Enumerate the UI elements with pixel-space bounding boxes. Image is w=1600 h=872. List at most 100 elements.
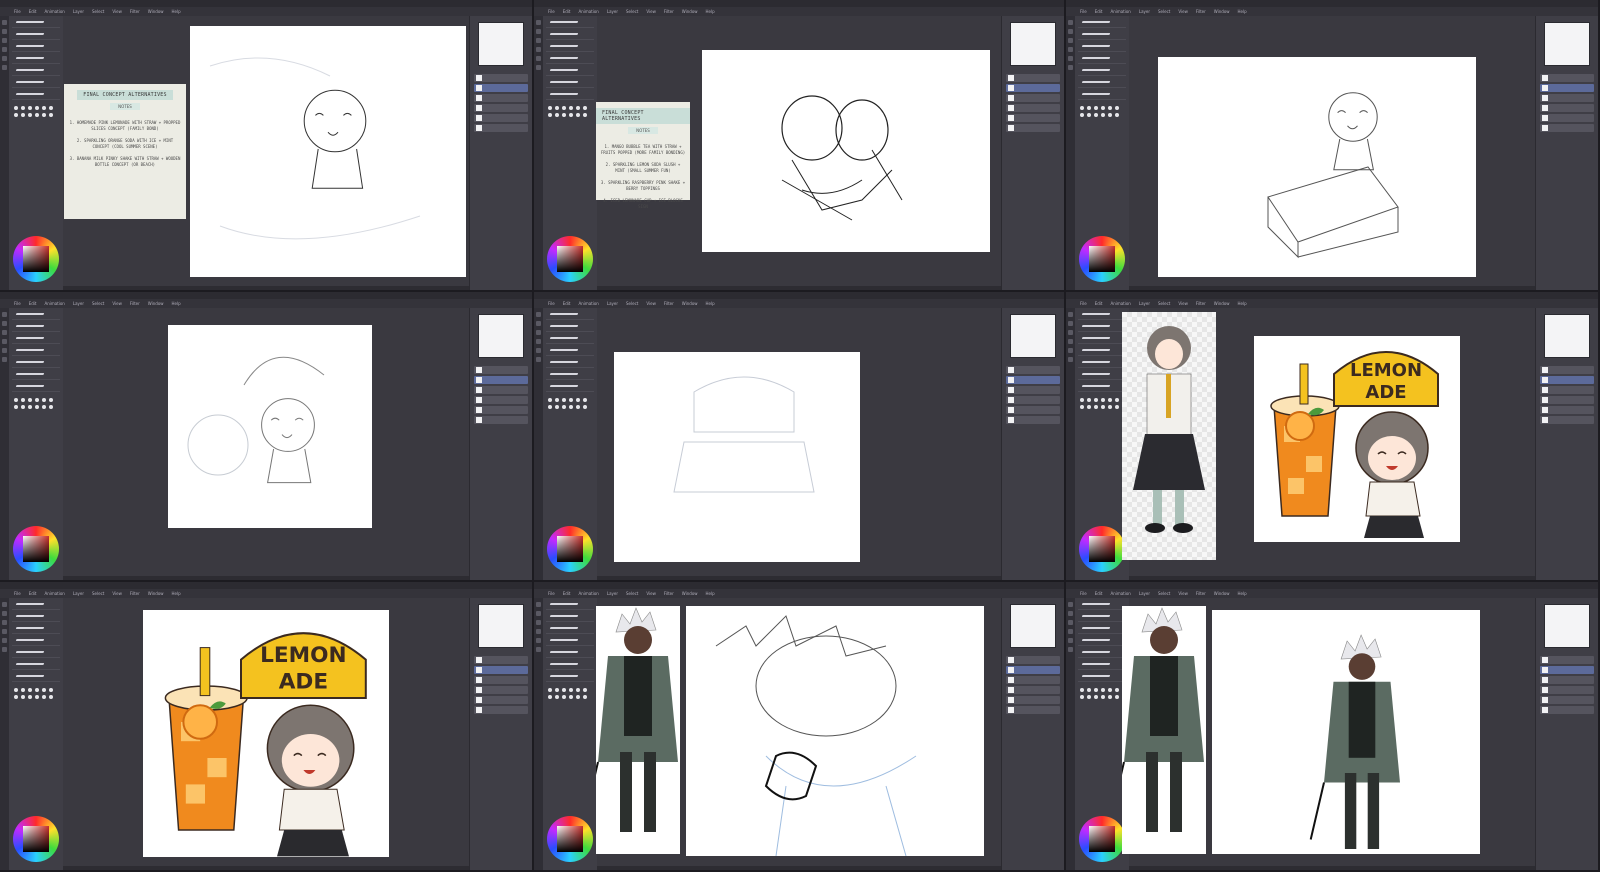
- brush-preset[interactable]: [1078, 30, 1126, 40]
- brush-size-dots[interactable]: [1075, 102, 1129, 121]
- text-tool-icon[interactable]: [536, 357, 541, 362]
- color-wheel[interactable]: [547, 236, 593, 282]
- reference-image[interactable]: [1122, 312, 1216, 560]
- tool-strip[interactable]: [0, 16, 9, 290]
- move-tool-icon[interactable]: [536, 620, 541, 625]
- brush-preset[interactable]: [546, 672, 594, 682]
- menu-item[interactable]: Animation: [578, 7, 598, 16]
- color-wheel[interactable]: [547, 816, 593, 862]
- layer-item[interactable]: [474, 686, 528, 694]
- brush-tool-icon[interactable]: [1068, 312, 1073, 317]
- brush-preset[interactable]: [546, 18, 594, 28]
- menu-item[interactable]: File: [14, 7, 21, 16]
- navigator-preview[interactable]: [1544, 604, 1590, 648]
- menu-item[interactable]: Edit: [1095, 299, 1103, 308]
- brush-preset[interactable]: [12, 54, 60, 64]
- menu-item[interactable]: Filter: [1196, 7, 1206, 16]
- menu-item[interactable]: File: [548, 7, 555, 16]
- menu-item[interactable]: Window: [1214, 299, 1230, 308]
- brush-preset[interactable]: [546, 636, 594, 646]
- brush-preset[interactable]: [12, 672, 60, 682]
- layer-item[interactable]: [474, 696, 528, 704]
- brush-preset[interactable]: [546, 370, 594, 380]
- layer-item[interactable]: [1006, 696, 1060, 704]
- fill-tool-icon[interactable]: [2, 47, 7, 52]
- layer-item[interactable]: [1006, 104, 1060, 112]
- brush-preset[interactable]: [12, 346, 60, 356]
- menu-item[interactable]: Help: [706, 7, 715, 16]
- tool-strip[interactable]: [0, 308, 9, 580]
- brush-tool-icon[interactable]: [1068, 20, 1073, 25]
- text-tool-icon[interactable]: [1068, 357, 1073, 362]
- menu-item[interactable]: Select: [92, 299, 104, 308]
- brush-preset[interactable]: [12, 382, 60, 392]
- brush-size-dots[interactable]: [9, 684, 63, 703]
- brush-preset[interactable]: [12, 42, 60, 52]
- color-wheel[interactable]: [13, 816, 59, 862]
- brush-preset[interactable]: [1078, 648, 1126, 658]
- brush-tool-icon[interactable]: [536, 20, 541, 25]
- brush-preset[interactable]: [12, 648, 60, 658]
- selection-tool-icon[interactable]: [536, 56, 541, 61]
- drawing-canvas[interactable]: [614, 352, 860, 562]
- selection-tool-icon[interactable]: [1068, 348, 1073, 353]
- move-tool-icon[interactable]: [1068, 330, 1073, 335]
- tool-strip[interactable]: [1066, 598, 1075, 870]
- brush-preset[interactable]: [1078, 54, 1126, 64]
- layer-item[interactable]: [474, 656, 528, 664]
- move-tool-icon[interactable]: [536, 38, 541, 43]
- menu-item[interactable]: Layer: [1139, 299, 1150, 308]
- layer-item[interactable]: [1540, 396, 1594, 404]
- layer-item[interactable]: [1006, 686, 1060, 694]
- menu-item[interactable]: Help: [1238, 299, 1247, 308]
- menu-item[interactable]: Select: [1158, 7, 1170, 16]
- drawing-canvas[interactable]: LEMON ADE: [1254, 336, 1460, 542]
- drawing-canvas[interactable]: [686, 606, 984, 856]
- brush-preset[interactable]: [12, 78, 60, 88]
- menu-item[interactable]: Window: [148, 7, 164, 16]
- menu-item[interactable]: Animation: [1110, 7, 1130, 16]
- menu-item[interactable]: Select: [626, 589, 638, 598]
- text-tool-icon[interactable]: [1068, 647, 1073, 652]
- layer-item[interactable]: [474, 416, 528, 424]
- move-tool-icon[interactable]: [1068, 38, 1073, 43]
- fill-tool-icon[interactable]: [536, 629, 541, 634]
- brush-preset[interactable]: [1078, 346, 1126, 356]
- eraser-tool-icon[interactable]: [1068, 611, 1073, 616]
- tool-strip[interactable]: [534, 308, 543, 580]
- brush-tool-icon[interactable]: [536, 602, 541, 607]
- menu-item[interactable]: Filter: [664, 7, 674, 16]
- selection-tool-icon[interactable]: [1068, 638, 1073, 643]
- color-wheel[interactable]: [1079, 236, 1125, 282]
- brush-preset[interactable]: [546, 78, 594, 88]
- menu-item[interactable]: File: [548, 589, 555, 598]
- brush-preset[interactable]: [1078, 636, 1126, 646]
- menu-item[interactable]: View: [1178, 299, 1188, 308]
- layer-item[interactable]: [1540, 386, 1594, 394]
- brush-preset[interactable]: [546, 42, 594, 52]
- layer-item[interactable]: [1006, 676, 1060, 684]
- layer-item[interactable]: [474, 366, 528, 374]
- menu-item[interactable]: Edit: [1095, 589, 1103, 598]
- brush-preset[interactable]: [1078, 42, 1126, 52]
- menu-item[interactable]: Help: [1238, 7, 1247, 16]
- menu-item[interactable]: Select: [92, 589, 104, 598]
- brush-preset[interactable]: [12, 18, 60, 28]
- drawing-canvas[interactable]: [168, 325, 372, 528]
- menu-item[interactable]: View: [646, 7, 656, 16]
- menu-item[interactable]: Animation: [44, 299, 64, 308]
- menu-item[interactable]: File: [1080, 589, 1087, 598]
- brush-tool-icon[interactable]: [1068, 602, 1073, 607]
- layer-item[interactable]: [1006, 656, 1060, 664]
- layer-item[interactable]: [1540, 416, 1594, 424]
- brush-preset[interactable]: [546, 382, 594, 392]
- menu-item[interactable]: Filter: [1196, 589, 1206, 598]
- layer-item[interactable]: [474, 706, 528, 714]
- brush-preset[interactable]: [1078, 66, 1126, 76]
- menu-item[interactable]: Layer: [73, 7, 84, 16]
- text-tool-icon[interactable]: [536, 647, 541, 652]
- layer-item[interactable]: [1006, 124, 1060, 132]
- fill-tool-icon[interactable]: [536, 47, 541, 52]
- layer-item[interactable]: [1006, 94, 1060, 102]
- brush-size-dots[interactable]: [1075, 684, 1129, 703]
